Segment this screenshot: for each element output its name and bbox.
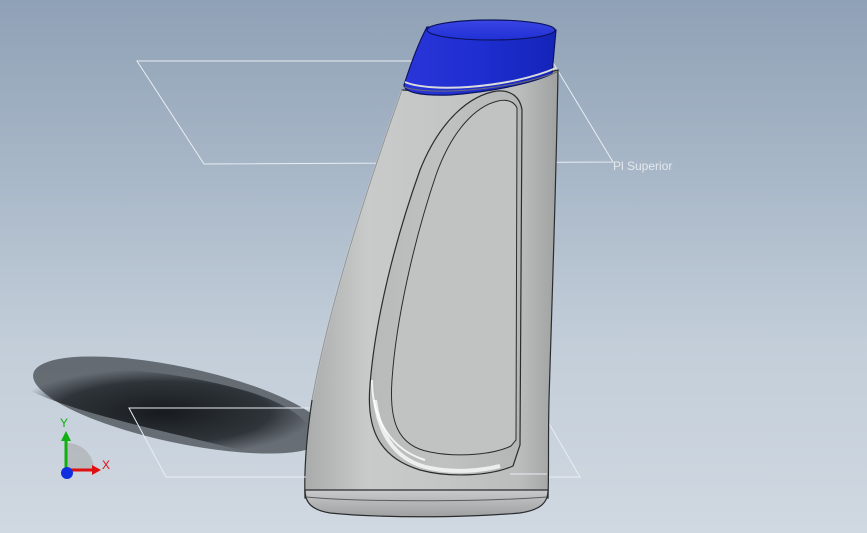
model-scene[interactable]: Pl Superior Y X (0, 0, 867, 533)
x-axis-label: X (102, 458, 110, 472)
floor-shadow (10, 356, 327, 457)
view-triad[interactable]: Y X (60, 416, 110, 479)
graphics-viewport[interactable]: Pl Superior Y X (0, 0, 867, 533)
z-axis-dot (61, 467, 73, 479)
bottle-base[interactable] (304, 489, 549, 518)
top-plane-label: Pl Superior (613, 159, 672, 173)
y-axis-label: Y (60, 416, 68, 430)
